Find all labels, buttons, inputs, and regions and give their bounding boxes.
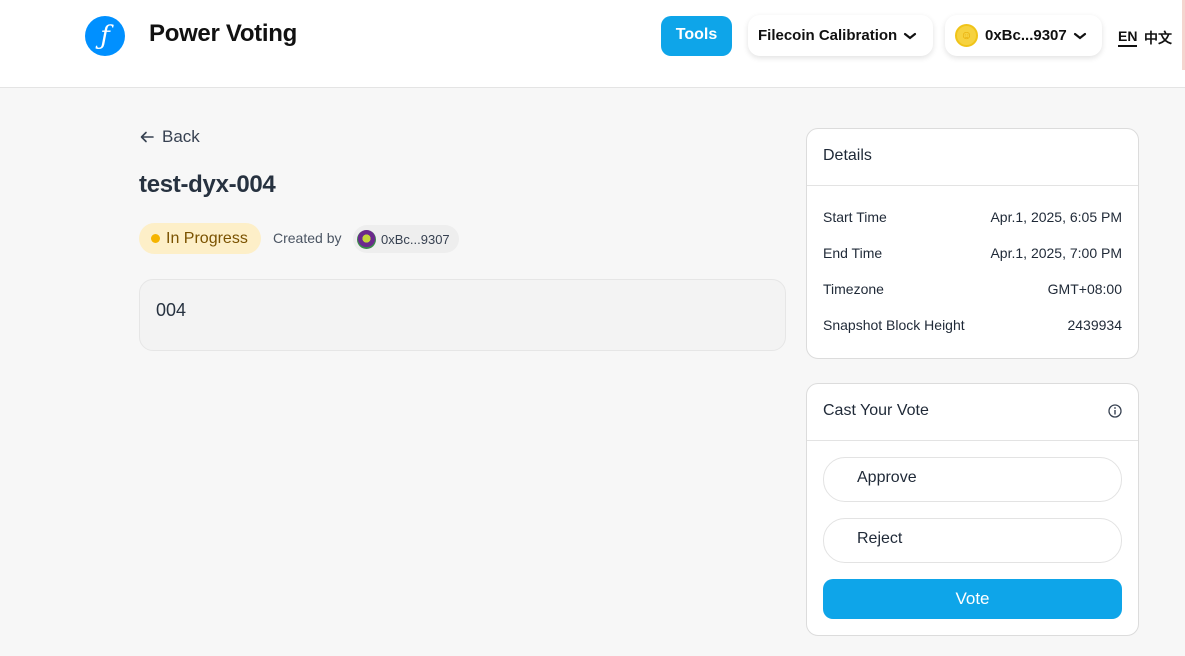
- creator-avatar-icon: [357, 229, 376, 249]
- info-icon[interactable]: [1108, 404, 1122, 418]
- language-zh-toggle[interactable]: 中文: [1144, 28, 1172, 48]
- details-card: Details Start Time Apr.1, 2025, 6:05 PM …: [806, 128, 1139, 359]
- vote-option-approve[interactable]: Approve: [823, 457, 1122, 502]
- wallet-button[interactable]: ☺ 0xBc...9307: [945, 15, 1102, 56]
- created-by-label: Created by: [273, 230, 342, 246]
- cast-vote-card: Cast Your Vote Approve Reject Vote: [806, 383, 1139, 636]
- chevron-down-icon: [904, 32, 917, 39]
- detail-row-start-time: Start Time Apr.1, 2025, 6:05 PM: [823, 209, 1122, 225]
- cast-vote-header: Cast Your Vote: [807, 384, 1138, 441]
- app-title[interactable]: Power Voting: [149, 20, 297, 48]
- top-header: ƒ Power Voting Tools Filecoin Calibratio…: [0, 0, 1185, 88]
- arrow-left-icon: [140, 131, 154, 143]
- back-label: Back: [162, 127, 200, 146]
- creator-address: 0xBc...9307: [381, 231, 450, 247]
- vote-button[interactable]: Vote: [823, 579, 1122, 619]
- detail-value: GMT+08:00: [1047, 281, 1122, 297]
- proposal-title: test-dyx-004: [139, 171, 276, 198]
- network-label: Filecoin Calibration: [758, 27, 898, 44]
- detail-row-timezone: Timezone GMT+08:00: [823, 281, 1122, 297]
- tools-button[interactable]: Tools: [661, 16, 732, 56]
- cast-vote-heading: Cast Your Vote: [823, 402, 929, 419]
- wallet-address: 0xBc...9307: [985, 27, 1067, 44]
- detail-value: Apr.1, 2025, 6:05 PM: [990, 209, 1122, 225]
- creator-chip[interactable]: 0xBc...9307: [353, 225, 459, 253]
- filecoin-logo-icon[interactable]: ƒ: [85, 16, 125, 56]
- language-en-toggle[interactable]: EN: [1118, 28, 1138, 47]
- detail-label: Timezone: [823, 281, 884, 297]
- detail-value: Apr.1, 2025, 7:00 PM: [990, 245, 1122, 261]
- network-selector[interactable]: Filecoin Calibration: [748, 15, 933, 56]
- detail-label: Start Time: [823, 209, 887, 225]
- wallet-avatar-icon: ☺: [955, 24, 978, 47]
- details-heading: Details: [807, 129, 1138, 186]
- detail-value: 2439934: [1067, 317, 1122, 333]
- status-badge: In Progress: [139, 223, 261, 254]
- back-link[interactable]: Back: [140, 127, 200, 147]
- vote-option-reject[interactable]: Reject: [823, 518, 1122, 563]
- status-label: In Progress: [166, 229, 248, 247]
- proposal-description: 004: [139, 279, 786, 351]
- detail-label: Snapshot Block Height: [823, 317, 965, 333]
- detail-label: End Time: [823, 245, 883, 261]
- chevron-down-icon: [1073, 32, 1086, 39]
- detail-row-end-time: End Time Apr.1, 2025, 7:00 PM: [823, 245, 1122, 261]
- status-dot-icon: [151, 234, 160, 243]
- detail-row-snapshot-height: Snapshot Block Height 2439934: [823, 317, 1122, 333]
